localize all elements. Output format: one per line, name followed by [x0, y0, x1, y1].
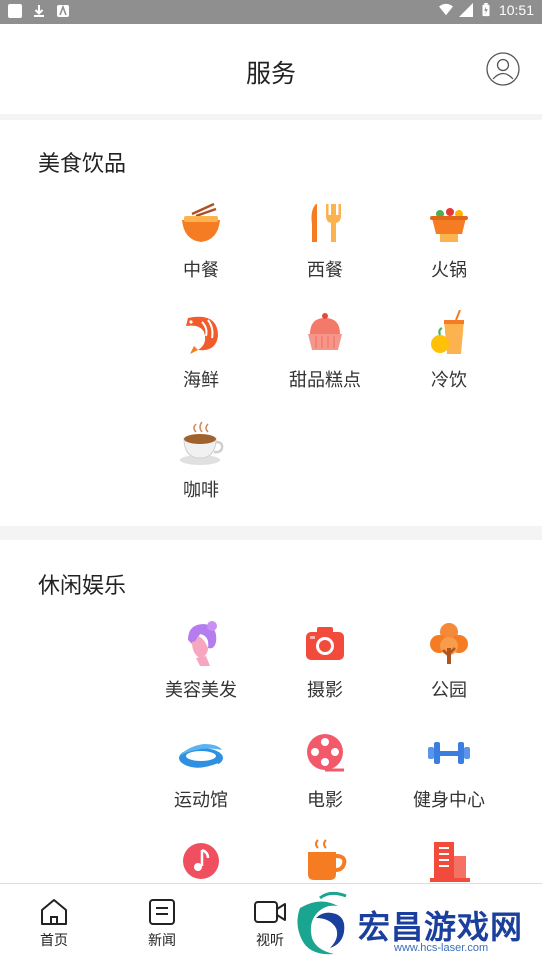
- tab-news[interactable]: 新闻: [132, 898, 192, 950]
- video-camera-icon: [254, 901, 286, 923]
- service-item-fitness[interactable]: 健身中心: [387, 730, 511, 812]
- service-item-coffee[interactable]: 咖啡: [139, 420, 263, 502]
- section-title-leisure: 休闲娱乐: [38, 574, 127, 599]
- service-item-park[interactable]: 公园: [387, 620, 511, 702]
- service-item-tea[interactable]: [263, 838, 387, 885]
- download-icon: [34, 5, 44, 17]
- service-item-dessert[interactable]: 甜品糕点: [263, 310, 387, 392]
- service-item-cold-drinks[interactable]: 冷饮: [387, 310, 511, 392]
- item-label: 西餐: [307, 260, 343, 281]
- service-item-seafood[interactable]: 海鲜: [139, 310, 263, 392]
- app-notification-icon: [57, 4, 69, 17]
- user-avatar-icon[interactable]: [486, 52, 520, 86]
- wifi-icon: [438, 3, 453, 16]
- tab-home[interactable]: 首页: [24, 898, 84, 950]
- item-label: 摄影: [307, 680, 343, 701]
- food-section: 美食饮品 中餐 西餐 火锅 海鲜 甜品糕点 冷饮 咖啡: [0, 120, 542, 526]
- juice-icon: [431, 310, 464, 354]
- item-label: 健身中心: [413, 790, 485, 811]
- service-item-western-food[interactable]: 西餐: [263, 200, 387, 282]
- noodle-bowl-icon: [182, 202, 220, 242]
- service-item-hotpot[interactable]: 火锅: [387, 200, 511, 282]
- item-label: 海鲜: [183, 370, 219, 391]
- beauty-head-icon: [188, 621, 217, 666]
- watermark-logo-icon: [297, 891, 347, 955]
- hotpot-icon: [430, 208, 468, 242]
- service-item-chinese-food[interactable]: 中餐: [139, 200, 263, 282]
- stadium-icon: [179, 744, 223, 770]
- item-label: 冷饮: [431, 370, 467, 391]
- music-note-icon: [183, 843, 219, 879]
- notification-square-icon: [8, 4, 22, 18]
- film-reel-icon: [307, 734, 344, 772]
- watermark: 宏昌游戏网 www.hcs-laser.com: [290, 888, 542, 964]
- item-label: 电影: [307, 790, 343, 811]
- tree-icon: [430, 623, 468, 664]
- service-item-beauty[interactable]: 美容美发: [139, 620, 263, 702]
- dumbbell-icon: [428, 742, 470, 764]
- news-icon: [149, 899, 175, 925]
- item-label: 火锅: [431, 260, 467, 281]
- leisure-section: 休闲娱乐 美容美发 摄影 公园 运动馆 电影 健身中心: [0, 540, 542, 885]
- status-bar: 10:51: [0, 0, 542, 24]
- cake-icon: [308, 313, 342, 350]
- tea-mug-icon: [308, 839, 347, 880]
- battery-icon: [482, 3, 490, 17]
- page-title: 服务: [245, 59, 296, 88]
- service-item-music[interactable]: [139, 838, 263, 885]
- item-label: 公园: [431, 680, 467, 701]
- item-label: 咖啡: [183, 480, 219, 501]
- service-item-photography[interactable]: 摄影: [263, 620, 387, 702]
- camera-icon: [306, 627, 344, 660]
- item-label: 美容美发: [165, 680, 237, 701]
- section-title-food: 美食饮品: [38, 152, 127, 177]
- fork-knife-icon: [311, 204, 341, 242]
- tab-label: 新闻: [148, 933, 176, 949]
- home-icon: [41, 899, 67, 925]
- service-item-movie[interactable]: 电影: [263, 730, 387, 812]
- item-label: 甜品糕点: [289, 370, 361, 391]
- tab-label: 首页: [40, 933, 68, 949]
- item-label: 中餐: [183, 260, 219, 281]
- item-label: 运动馆: [174, 790, 228, 811]
- coffee-cup-icon: [180, 421, 224, 465]
- building-icon: [430, 842, 470, 882]
- shrimp-icon: [186, 316, 218, 354]
- watermark-url: www.hcs-laser.com: [394, 942, 489, 954]
- header: 服务: [0, 24, 542, 114]
- service-item-sports-hall[interactable]: 运动馆: [139, 730, 263, 812]
- signal-icon: [458, 3, 473, 17]
- service-item-building[interactable]: [387, 838, 511, 885]
- status-time: 10:51: [498, 2, 534, 18]
